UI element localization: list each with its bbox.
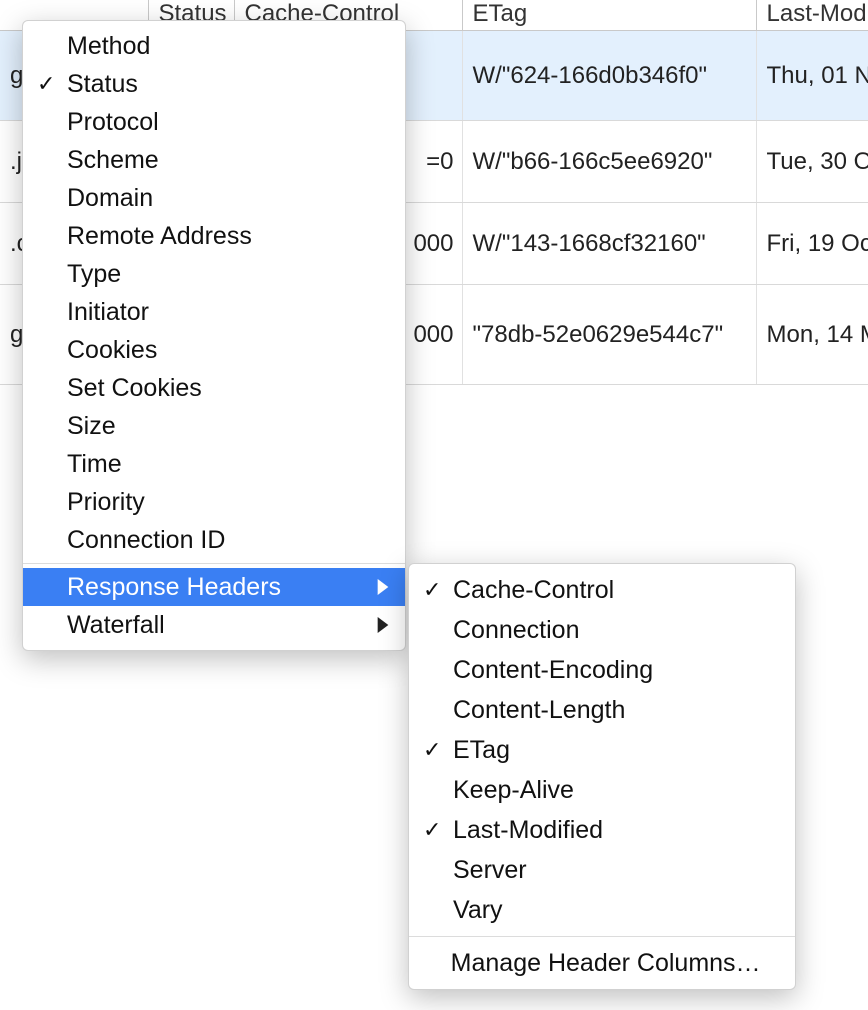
cell-etag: W/"b66-166c5ee6920" <box>462 121 756 203</box>
menu-item-label: ETag <box>453 736 759 765</box>
menu-item-label: Content-Length <box>453 696 759 725</box>
menu-item-label: Protocol <box>67 108 369 137</box>
menu-item-label: Last-Modified <box>453 816 759 845</box>
menu-item-label: Manage Header Columns… <box>451 949 761 978</box>
menu-item-label: Set Cookies <box>67 374 369 403</box>
menu-item-priority[interactable]: Priority <box>23 483 405 521</box>
col-last-modified[interactable]: Last-Mod <box>756 0 868 31</box>
cell-lastmod: Fri, 19 Oc <box>756 203 868 285</box>
submenu-item-etag[interactable]: ✓ETag <box>409 730 795 770</box>
submenu-item-content-encoding[interactable]: Content-Encoding <box>409 650 795 690</box>
cell-etag: W/"624-166d0b346f0" <box>462 31 756 121</box>
menu-item-remote-address[interactable]: Remote Address <box>23 217 405 255</box>
menu-item-label: Cache-Control <box>453 576 759 605</box>
menu-item-initiator[interactable]: Initiator <box>23 293 405 331</box>
submenu-separator <box>409 936 795 937</box>
submenu-item-vary[interactable]: Vary <box>409 890 795 930</box>
submenu-item-connection[interactable]: Connection <box>409 610 795 650</box>
menu-item-label: Waterfall <box>67 611 369 640</box>
cell-etag: W/"143-1668cf32160" <box>462 203 756 285</box>
submenu-item-manage-header-columns[interactable]: Manage Header Columns… <box>409 943 795 983</box>
menu-item-set-cookies[interactable]: Set Cookies <box>23 369 405 407</box>
menu-item-label: Priority <box>67 488 369 517</box>
checkmark-icon: ✓ <box>423 737 453 763</box>
menu-item-label: Keep-Alive <box>453 776 759 805</box>
menu-item-label: Scheme <box>67 146 369 175</box>
menu-item-waterfall[interactable]: Waterfall <box>23 606 405 644</box>
response-headers-submenu[interactable]: ✓Cache-ControlConnectionContent-Encoding… <box>408 563 796 990</box>
menu-item-label: Method <box>67 32 369 61</box>
menu-item-protocol[interactable]: Protocol <box>23 103 405 141</box>
menu-item-size[interactable]: Size <box>23 407 405 445</box>
menu-item-label: Type <box>67 260 369 289</box>
submenu-item-keep-alive[interactable]: Keep-Alive <box>409 770 795 810</box>
menu-item-label: Cookies <box>67 336 369 365</box>
menu-item-status[interactable]: ✓Status <box>23 65 405 103</box>
menu-item-time[interactable]: Time <box>23 445 405 483</box>
checkmark-icon: ✓ <box>423 577 453 603</box>
menu-item-label: Time <box>67 450 369 479</box>
menu-item-label: Connection <box>453 616 759 645</box>
cell-etag: "78db-52e0629e544c7" <box>462 285 756 385</box>
menu-item-label: Content-Encoding <box>453 656 759 685</box>
column-context-menu[interactable]: Method✓StatusProtocolSchemeDomainRemote … <box>22 20 406 651</box>
menu-item-scheme[interactable]: Scheme <box>23 141 405 179</box>
submenu-arrow-icon <box>369 611 389 640</box>
col-etag[interactable]: ETag <box>462 0 756 31</box>
menu-item-cookies[interactable]: Cookies <box>23 331 405 369</box>
cell-lastmod: Mon, 14 M <box>756 285 868 385</box>
submenu-item-server[interactable]: Server <box>409 850 795 890</box>
cell-lastmod: Thu, 01 N <box>756 31 868 121</box>
submenu-arrow-icon <box>369 573 389 602</box>
submenu-item-last-modified[interactable]: ✓Last-Modified <box>409 810 795 850</box>
menu-separator <box>23 563 405 564</box>
submenu-item-content-length[interactable]: Content-Length <box>409 690 795 730</box>
menu-item-label: Vary <box>453 896 759 925</box>
menu-item-label: Size <box>67 412 369 441</box>
menu-item-label: Remote Address <box>67 222 369 251</box>
menu-item-response-headers[interactable]: Response Headers <box>23 568 405 606</box>
menu-item-label: Connection ID <box>67 526 369 555</box>
menu-item-type[interactable]: Type <box>23 255 405 293</box>
submenu-item-cache-control[interactable]: ✓Cache-Control <box>409 570 795 610</box>
menu-item-label: Response Headers <box>67 573 369 602</box>
menu-item-label: Initiator <box>67 298 369 327</box>
menu-item-domain[interactable]: Domain <box>23 179 405 217</box>
menu-item-connection-id[interactable]: Connection ID <box>23 521 405 559</box>
menu-item-label: Domain <box>67 184 369 213</box>
menu-item-label: Status <box>67 70 369 99</box>
menu-item-method[interactable]: Method <box>23 27 405 65</box>
checkmark-icon: ✓ <box>37 71 67 97</box>
checkmark-icon: ✓ <box>423 817 453 843</box>
menu-item-label: Server <box>453 856 759 885</box>
cell-lastmod: Tue, 30 O <box>756 121 868 203</box>
